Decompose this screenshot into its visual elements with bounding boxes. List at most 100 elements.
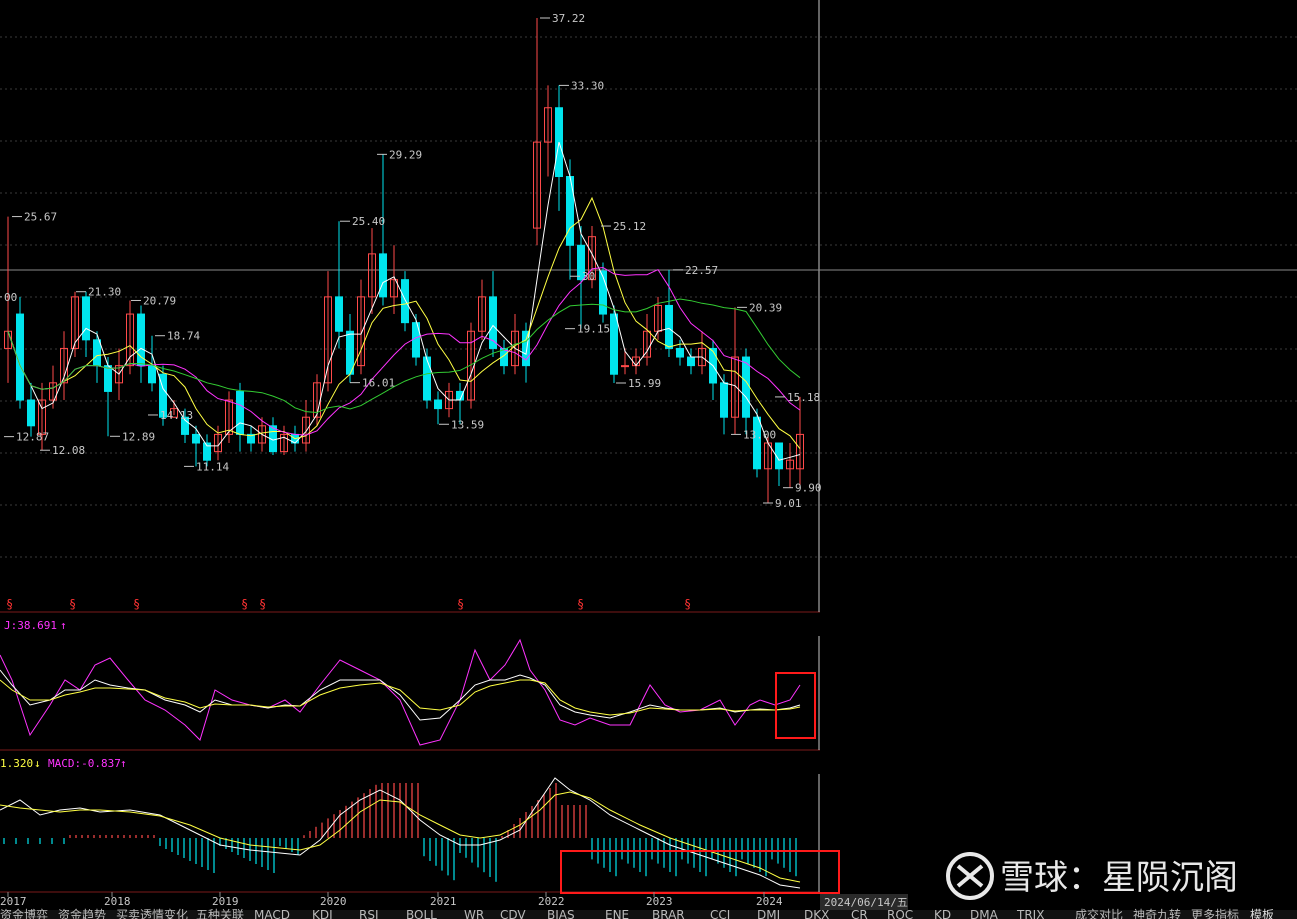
tab-item[interactable]: 更多指标 <box>1191 907 1239 919</box>
candle-body-down <box>82 296 90 341</box>
annotation-low_2024c: 9.01 <box>775 497 802 510</box>
year-label: 2023 <box>646 895 673 908</box>
signal-markers: § § § § § § § § <box>6 597 691 611</box>
tab-item[interactable]: DKX <box>804 908 829 919</box>
candle-body-down <box>742 356 750 418</box>
candle-body-down <box>236 390 244 435</box>
tab-item[interactable]: DMI <box>757 908 780 919</box>
signal-marker: § <box>69 597 76 611</box>
kdj-arrow-icon: ↑ <box>60 619 67 632</box>
tab-item[interactable]: CR <box>851 908 868 919</box>
annotation-low_2021: 13.59 <box>451 418 484 431</box>
annotation-low_2024a: 13.00 <box>743 428 776 441</box>
candle-body-down <box>379 253 387 298</box>
chart-canvas[interactable]: 25.67 12.8712.08 21.30 20.79 12.89 18.74 14.13… <box>0 0 1297 919</box>
tab-item[interactable]: RSI <box>359 908 379 919</box>
candle-body-down <box>423 356 431 401</box>
tab-template[interactable]: 模板 <box>1250 908 1274 919</box>
candle-body-down <box>16 313 24 401</box>
tab-item[interactable]: ROC <box>887 908 913 919</box>
year-label: 2018 <box>104 895 131 908</box>
candle-body-up <box>621 365 629 368</box>
annotation-low_2018b: 14.13 <box>160 409 193 422</box>
year-label: 2017 <box>0 895 27 908</box>
tab-item[interactable]: 资金博弈 <box>0 907 48 919</box>
candle-body-down <box>665 304 673 349</box>
tab-item[interactable]: WR <box>464 908 484 919</box>
tab-item[interactable]: CCI <box>710 908 730 919</box>
candle-body-down <box>753 416 761 470</box>
tab-item[interactable]: 五种关联 <box>196 908 244 919</box>
tab-item[interactable]: MACD <box>254 908 290 919</box>
tab-item[interactable]: ENE <box>605 908 629 919</box>
tab-item[interactable]: BOLL <box>406 908 437 919</box>
watermark-text: 雪球：星陨沉阁 <box>1000 858 1238 898</box>
tab-item[interactable]: DMA <box>970 908 999 919</box>
x-axis-years: 2017 2018 2019 2020 2021 2022 2023 2024 <box>0 892 783 908</box>
year-label: 2021 <box>430 895 457 908</box>
annotation-high_2023: 22.57 <box>685 264 718 277</box>
annotation-left_cut: 00 <box>4 291 17 304</box>
annotation-low_2020: 16.01 <box>362 377 395 390</box>
signal-marker: § <box>577 597 584 611</box>
candle-body-down <box>192 433 200 444</box>
candle-body-down <box>401 279 409 324</box>
xueqiu-logo-mark <box>956 864 984 888</box>
year-label: 2019 <box>212 895 239 908</box>
signal-marker: § <box>241 597 248 611</box>
annotation-low_2018: 12.89 <box>122 430 155 443</box>
tab-item[interactable]: 资金趋势 <box>58 907 106 919</box>
annotation-low_2022: 19.15 <box>577 323 610 336</box>
macd-value: MACD:-0.837 <box>48 757 121 770</box>
annotation-high_2022b: 33.30 <box>571 79 604 92</box>
price-grid <box>0 36 1297 558</box>
tab-item[interactable]: BIAS <box>547 908 575 919</box>
candle-body-down <box>676 347 684 358</box>
candle-body-down <box>720 382 728 418</box>
signal-marker: § <box>133 597 140 611</box>
annotation-low_2024b: 9.90 <box>795 482 822 495</box>
candle-body-down <box>93 339 101 367</box>
signal-marker: § <box>259 597 266 611</box>
candle-body-down <box>137 313 145 367</box>
signal-marker: § <box>457 597 464 611</box>
annotation-high_2017b: 21.30 <box>88 286 121 299</box>
signal-marker: § <box>684 597 691 611</box>
candle-body-down <box>434 399 442 410</box>
annotation-low_2017a: 12.87 <box>16 431 49 444</box>
annotation-high_2024: 15.18 <box>787 391 820 404</box>
annotation-high_2020b: 29.29 <box>389 148 422 161</box>
annotation-high_2018: 20.79 <box>143 294 176 307</box>
candle-body-down <box>104 365 112 392</box>
tab-item[interactable]: TRIX <box>1016 908 1044 919</box>
annotation-high_2020: 25.40 <box>352 215 385 228</box>
annotation-low_2023: 15.99 <box>628 377 661 390</box>
year-label: 2024 <box>756 895 783 908</box>
macd-arrow-icon: ↑ <box>120 757 127 770</box>
signal-marker: § <box>6 597 13 611</box>
candle-body-down <box>148 365 156 384</box>
year-label: 2022 <box>538 895 565 908</box>
dea-arrow-icon: ↓ <box>34 757 41 770</box>
tab-item[interactable]: KD <box>934 908 951 919</box>
annotation-high_2022c: 25.12 <box>613 220 646 233</box>
watermark: 雪球：星陨沉阁 <box>946 852 1238 900</box>
kdj-lines <box>0 638 801 746</box>
kdj-d-line <box>0 679 801 716</box>
kdj-j-line <box>0 638 801 746</box>
macd-dea-value: 1.320 <box>0 757 33 770</box>
year-label: 2020 <box>320 895 347 908</box>
tab-item[interactable]: 买卖透情变化 <box>116 907 188 919</box>
price-annotations: 25.67 12.8712.08 21.30 20.79 12.89 18.74 14.13… <box>0 12 822 510</box>
annotation-low_2019: 11.14 <box>196 460 229 473</box>
tab-item[interactable]: 成交对比 <box>1075 907 1123 919</box>
annotation-low_2017b: 12.08 <box>52 444 85 457</box>
tab-item[interactable]: BRAR <box>652 908 685 919</box>
tab-item[interactable]: KDJ <box>312 908 333 919</box>
tab-item[interactable]: 神奇九转 <box>1133 907 1181 919</box>
candle-body-down <box>27 399 35 427</box>
candle-body-down <box>687 356 695 367</box>
annotation-mid_cut: 30 <box>582 270 595 283</box>
tab-item[interactable]: CDV <box>500 908 526 919</box>
kdj-j-value: J:38.691 <box>4 619 57 632</box>
